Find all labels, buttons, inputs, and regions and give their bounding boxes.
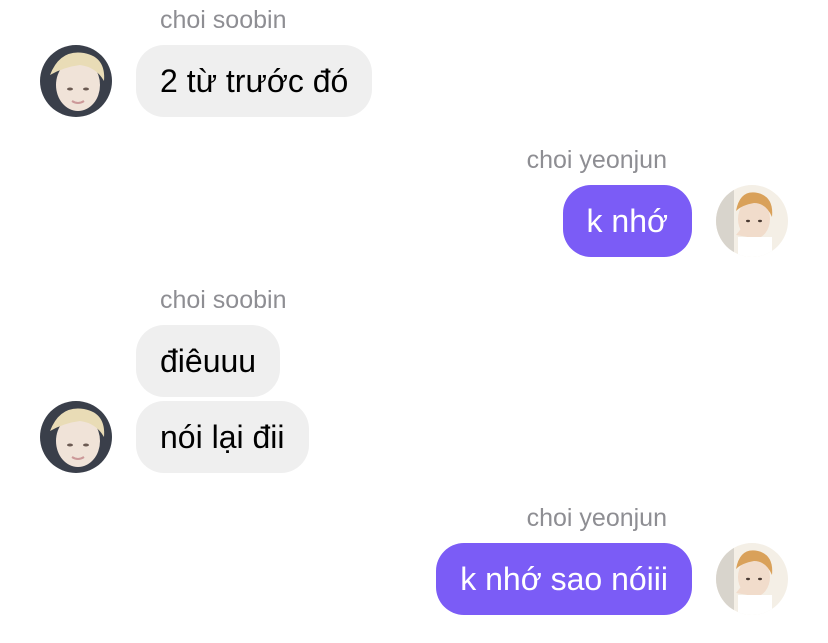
message-bubble-incoming[interactable]: điêuuu — [136, 325, 281, 397]
sender-name-yeonjun: choi yeonjun — [526, 146, 667, 174]
message-bubble-outgoing[interactable]: k nhớ sao nóiii — [436, 543, 692, 615]
message-bubble-outgoing[interactable]: k nhớ — [562, 185, 692, 257]
yeonjun-avatar[interactable] — [716, 185, 788, 257]
sender-name-yeonjun: choi yeonjun — [526, 504, 667, 532]
sender-name-soobin: choi soobin — [160, 6, 287, 34]
sender-name-soobin: choi soobin — [160, 286, 287, 314]
soobin-avatar[interactable] — [40, 401, 112, 473]
message-bubble-incoming[interactable]: 2 từ trước đó — [136, 45, 373, 117]
yeonjun-avatar[interactable] — [716, 543, 788, 615]
soobin-avatar[interactable] — [40, 45, 112, 117]
message-bubble-incoming[interactable]: nói lại đii — [136, 401, 309, 473]
